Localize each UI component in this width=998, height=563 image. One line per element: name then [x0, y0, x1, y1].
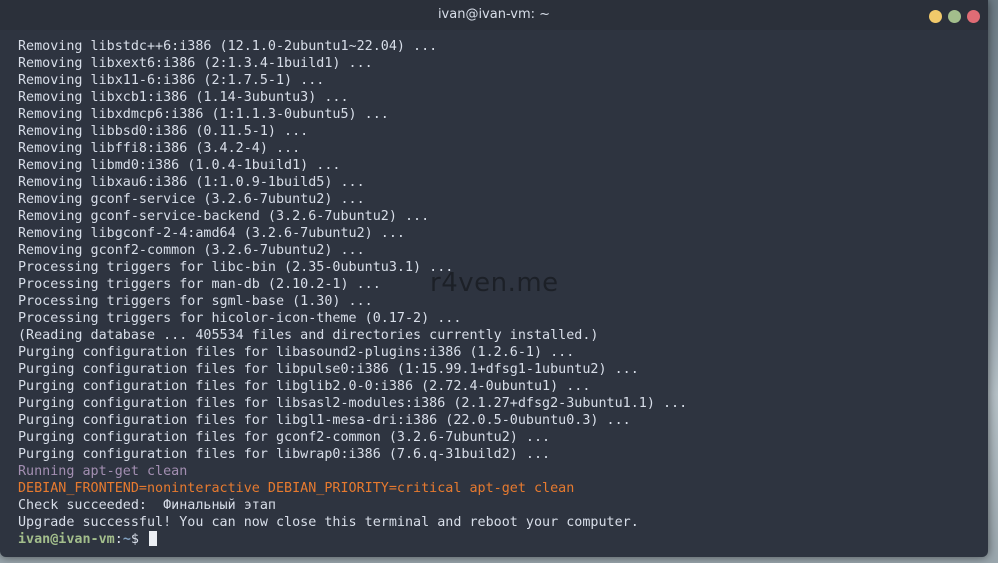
- output-line: Removing libxau6:i386 (1:1.0.9-1build5) …: [18, 175, 365, 190]
- output-line: Purging configuration files for libgl1-m…: [18, 413, 631, 428]
- output-line: Purging configuration files for gconf2-c…: [18, 430, 551, 445]
- output-line: Removing libbsd0:i386 (0.11.5-1) ...: [18, 124, 309, 139]
- text-cursor: [149, 531, 157, 546]
- output-line: Removing libmd0:i386 (1.0.4-1build1) ...: [18, 158, 341, 173]
- output-line: Removing libffi8:i386 (3.4.2-4) ...: [18, 141, 301, 156]
- output-line: Removing libxdmcp6:i386 (1:1.1.3-0ubuntu…: [18, 107, 389, 122]
- close-icon[interactable]: [967, 10, 980, 23]
- command-line: DEBIAN_FRONTEND=noninteractive DEBIAN_PR…: [18, 481, 575, 496]
- watermark: r4ven.me: [430, 268, 559, 298]
- minimize-icon[interactable]: [929, 10, 942, 23]
- shell-prompt[interactable]: ivan@ivan-vm:~$: [18, 531, 978, 548]
- running-line: Running apt-get clean: [18, 464, 188, 479]
- prompt-symbol: $: [130, 532, 147, 547]
- prompt-user-host: ivan@ivan-vm: [18, 532, 115, 547]
- output-line: Removing libxext6:i386 (2:1.3.4-1build1)…: [18, 56, 373, 71]
- output-line: Removing libxcb1:i386 (1.14-3ubuntu3) ..…: [18, 90, 349, 105]
- check-line: Check succeeded: Финальный этап: [18, 498, 276, 513]
- output-line: Purging configuration files for libsasl2…: [18, 396, 688, 411]
- title-bar[interactable]: ivan@ivan-vm: ~: [0, 0, 988, 30]
- output-line: Removing gconf-service-backend (3.2.6-7u…: [18, 209, 430, 224]
- output-line: (Reading database ... 405534 files and d…: [18, 328, 599, 343]
- prompt-separator: :: [114, 532, 123, 547]
- output-line: Purging configuration files for libwrap0…: [18, 447, 551, 462]
- output-line: Processing triggers for hicolor-icon-the…: [18, 311, 462, 326]
- output-line: Removing libgconf-2-4:amd64 (3.2.6-7ubun…: [18, 226, 405, 241]
- upgrade-line: Upgrade successful! You can now close th…: [18, 515, 639, 530]
- output-line: Removing libstdc++6:i386 (12.1.0-2ubuntu…: [18, 39, 438, 54]
- output-line: Purging configuration files for libpulse…: [18, 362, 639, 377]
- output-line: Purging configuration files for libasoun…: [18, 345, 575, 360]
- output-line: Removing gconf2-common (3.2.6-7ubuntu2) …: [18, 243, 365, 258]
- maximize-icon[interactable]: [948, 10, 961, 23]
- output-line: Removing libx11-6:i386 (2:1.7.5-1) ...: [18, 73, 325, 88]
- output-lines: Removing libstdc++6:i386 (12.1.0-2ubuntu…: [18, 38, 978, 463]
- prompt-path: ~: [122, 532, 131, 547]
- output-line: Removing gconf-service (3.2.6-7ubuntu2) …: [18, 192, 365, 207]
- terminal-window[interactable]: ivan@ivan-vm: ~ Removing libstdc++6:i386…: [0, 0, 988, 557]
- window-title: ivan@ivan-vm: ~: [437, 7, 551, 22]
- output-line: Purging configuration files for libglib2…: [18, 379, 591, 394]
